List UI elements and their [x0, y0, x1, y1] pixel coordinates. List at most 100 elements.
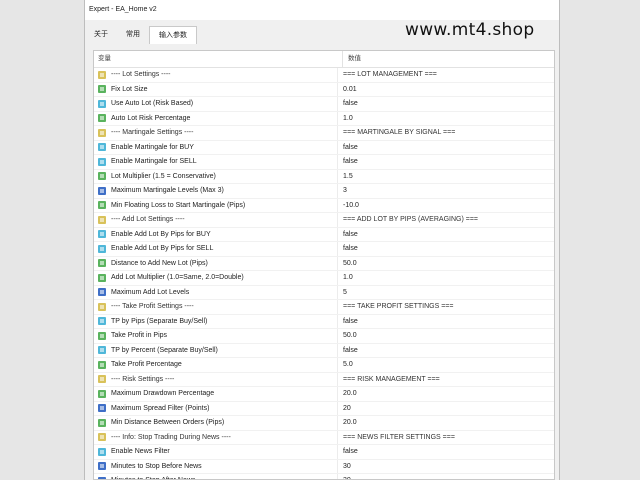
variable-name: Add Lot Multiplier (1.0=Same, 2.0=Double… — [111, 274, 244, 282]
table-row[interactable]: Take Profit Percentage 5.0 — [94, 358, 554, 373]
value-cell[interactable]: false — [338, 347, 358, 354]
value-cell[interactable]: 5 — [338, 289, 347, 296]
bool-icon — [98, 143, 106, 152]
variable-cell: Enable Add Lot By Pips for SELL — [94, 242, 338, 256]
int-icon — [98, 462, 106, 471]
category-icon — [98, 215, 106, 224]
variable-name: Min Floating Loss to Start Martingale (P… — [111, 201, 246, 209]
window-title: Expert - EA_Home v2 — [85, 0, 559, 20]
value-cell[interactable]: 1.5 — [338, 173, 353, 180]
value-cell[interactable]: 20 — [338, 405, 351, 412]
variable-cell: Distance to Add New Lot (Pips) — [94, 256, 338, 270]
value-cell[interactable]: false — [338, 144, 358, 151]
value-cell[interactable]: 50.0 — [338, 332, 357, 339]
value-cell[interactable]: 30 — [338, 463, 351, 470]
table-row[interactable]: Lot Multiplier (1.5 = Conservative) 1.5 — [94, 169, 554, 184]
table-row[interactable]: Maximum Martingale Levels (Max 3) 3 — [94, 184, 554, 199]
table-row[interactable]: Maximum Drawdown Percentage 20.0 — [94, 387, 554, 402]
table-row[interactable]: ---- Add Lot Settings ---- === ADD LOT BY… — [94, 213, 554, 228]
value-cell[interactable]: 5.0 — [338, 361, 353, 368]
table-row[interactable]: Auto Lot Risk Percentage 1.0 — [94, 111, 554, 126]
table-row[interactable]: Enable Martingale for BUY false — [94, 140, 554, 155]
expert-properties-window: Expert - EA_Home v2 关于 常用 输入参数 变量 数值 ---… — [84, 0, 560, 480]
value-cell[interactable]: === MARTINGALE BY SIGNAL === — [338, 129, 455, 136]
int-icon — [98, 186, 106, 195]
table-row[interactable]: ---- Martingale Settings ---- === MARTING… — [94, 126, 554, 141]
variable-cell: Maximum Martingale Levels (Max 3) — [94, 184, 338, 198]
column-header-variable[interactable]: 变量 — [94, 51, 343, 67]
variable-cell: Lot Multiplier (1.5 = Conservative) — [94, 169, 338, 183]
value-cell[interactable]: false — [338, 158, 358, 165]
grid-rows: ---- Lot Settings ---- === LOT MANAGEMENT… — [94, 68, 554, 479]
value-cell[interactable]: 1.0 — [338, 115, 353, 122]
value-cell[interactable]: 1.0 — [338, 274, 353, 281]
variable-cell: ---- Take Profit Settings ---- — [94, 300, 338, 314]
bool-icon — [98, 244, 106, 253]
variable-cell: Maximum Add Lot Levels — [94, 285, 338, 299]
variable-cell: Min Distance Between Orders (Pips) — [94, 416, 338, 430]
table-row[interactable]: Maximum Add Lot Levels 5 — [94, 285, 554, 300]
value-cell[interactable]: === ADD LOT BY PIPS (AVERAGING) === — [338, 216, 478, 223]
variable-name: Auto Lot Risk Percentage — [111, 114, 191, 122]
bool-icon — [98, 447, 106, 456]
variable-cell: ---- Risk Settings ---- — [94, 372, 338, 386]
tab-bar: 关于 常用 输入参数 — [85, 26, 197, 44]
table-row[interactable]: Min Floating Loss to Start Martingale (P… — [94, 198, 554, 213]
variable-name: ---- Add Lot Settings ---- — [111, 216, 185, 224]
table-row[interactable]: TP by Percent (Separate Buy/Sell) false — [94, 343, 554, 358]
value-cell[interactable]: 50.0 — [338, 260, 357, 267]
value-cell[interactable]: 3 — [338, 187, 347, 194]
tab-inputs[interactable]: 输入参数 — [149, 26, 197, 44]
variable-name: Maximum Martingale Levels (Max 3) — [111, 187, 224, 195]
table-row[interactable]: Minutes to Stop Before News 30 — [94, 459, 554, 474]
table-row[interactable]: ---- Info: Stop Trading During News ----… — [94, 430, 554, 445]
table-row[interactable]: Distance to Add New Lot (Pips) 50.0 — [94, 256, 554, 271]
column-header-value[interactable]: 数值 — [343, 51, 361, 67]
table-row[interactable]: Add Lot Multiplier (1.0=Same, 2.0=Double… — [94, 271, 554, 286]
table-row[interactable]: ---- Take Profit Settings ---- === TAKE P… — [94, 300, 554, 315]
tab-about[interactable]: 关于 — [85, 26, 117, 44]
value-cell[interactable]: === TAKE PROFIT SETTINGS === — [338, 303, 454, 310]
table-row[interactable]: Enable Add Lot By Pips for BUY false — [94, 227, 554, 242]
value-cell[interactable]: 20.0 — [338, 390, 357, 397]
value-cell[interactable]: false — [338, 245, 358, 252]
table-row[interactable]: Take Profit in Pips 50.0 — [94, 329, 554, 344]
table-row[interactable]: Enable Add Lot By Pips for SELL false — [94, 242, 554, 257]
table-row[interactable]: ---- Lot Settings ---- === LOT MANAGEMENT… — [94, 68, 554, 83]
variable-cell: Fix Lot Size — [94, 82, 338, 96]
table-row[interactable]: Use Auto Lot (Risk Based) false — [94, 97, 554, 112]
value-cell[interactable]: === NEWS FILTER SETTINGS === — [338, 434, 455, 441]
variable-cell: Min Floating Loss to Start Martingale (P… — [94, 198, 338, 212]
double-icon — [98, 259, 106, 268]
table-row[interactable]: Enable Martingale for SELL false — [94, 155, 554, 170]
variable-name: Enable Martingale for SELL — [111, 158, 197, 166]
variable-name: Maximum Add Lot Levels — [111, 288, 190, 296]
bool-icon — [98, 99, 106, 108]
bool-icon — [98, 157, 106, 166]
variable-name: Take Profit in Pips — [111, 332, 168, 340]
table-row[interactable]: Enable News Filter false — [94, 445, 554, 460]
double-icon — [98, 360, 106, 369]
int-icon — [98, 288, 106, 297]
variable-name: Enable Add Lot By Pips for BUY — [111, 230, 211, 238]
value-cell[interactable]: -10.0 — [338, 202, 359, 209]
table-row[interactable]: TP by Pips (Separate Buy/Sell) false — [94, 314, 554, 329]
table-row[interactable]: ---- Risk Settings ---- === RISK MANAGEME… — [94, 372, 554, 387]
table-row[interactable]: Maximum Spread Filter (Points) 20 — [94, 401, 554, 416]
table-row[interactable]: Minutes to Stop After News30 — [94, 474, 554, 479]
value-cell[interactable]: false — [338, 318, 358, 325]
variable-cell: Enable Martingale for BUY — [94, 140, 338, 154]
value-cell[interactable]: 0.01 — [338, 86, 357, 93]
table-row[interactable]: Min Distance Between Orders (Pips) 20.0 — [94, 416, 554, 431]
value-cell[interactable]: 20.0 — [338, 419, 357, 426]
value-cell[interactable]: === RISK MANAGEMENT === — [338, 376, 440, 383]
category-icon — [98, 375, 106, 384]
value-cell[interactable]: false — [338, 100, 358, 107]
value-cell[interactable]: === LOT MANAGEMENT === — [338, 71, 437, 78]
table-row[interactable]: Fix Lot Size 0.01 — [94, 82, 554, 97]
tab-common[interactable]: 常用 — [117, 26, 149, 44]
value-cell[interactable]: false — [338, 448, 358, 455]
value-cell[interactable]: false — [338, 231, 358, 238]
variable-cell: ---- Lot Settings ---- — [94, 68, 338, 82]
variable-name: ---- Martingale Settings ---- — [111, 129, 194, 137]
